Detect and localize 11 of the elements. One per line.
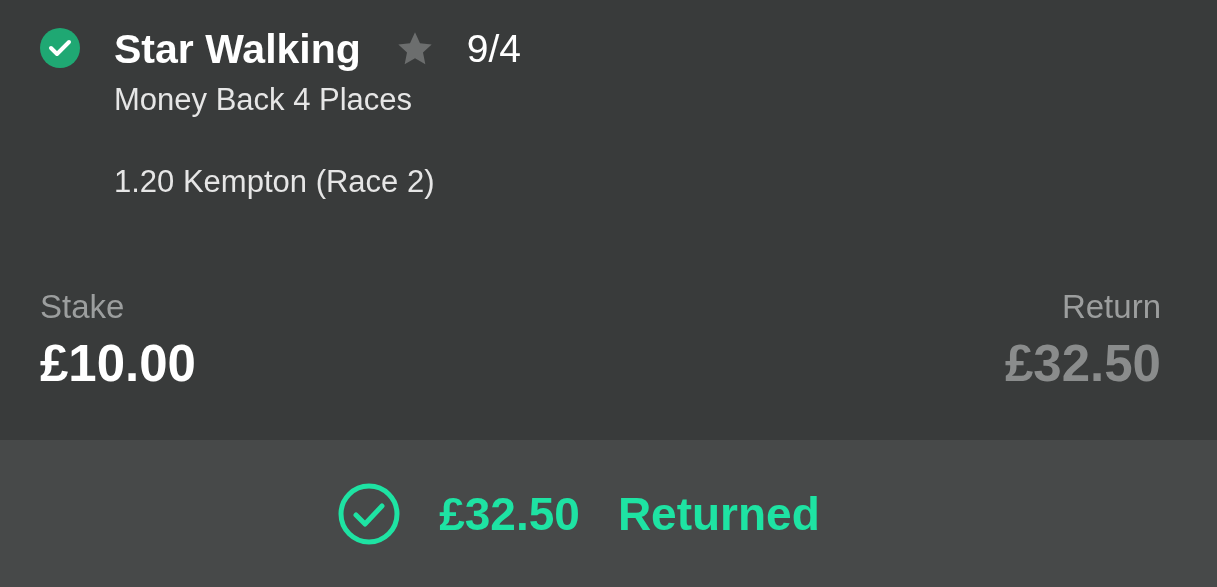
odds: 9/4 <box>466 27 522 71</box>
stake-label: Stake <box>40 288 126 326</box>
return-label: Return <box>1061 288 1161 326</box>
returned-amount: £32.50 <box>439 486 580 541</box>
settlement-status: Returned <box>617 486 820 541</box>
check-circle-icon <box>337 481 402 546</box>
event-name: 1.20 Kempton (Race 2) <box>114 164 436 200</box>
market-name: Money Back 4 Places <box>114 82 414 118</box>
return-amount: £32.50 <box>1005 334 1161 393</box>
selection-name: Star Walking <box>114 25 361 73</box>
stake-amount: £10.00 <box>40 334 196 393</box>
